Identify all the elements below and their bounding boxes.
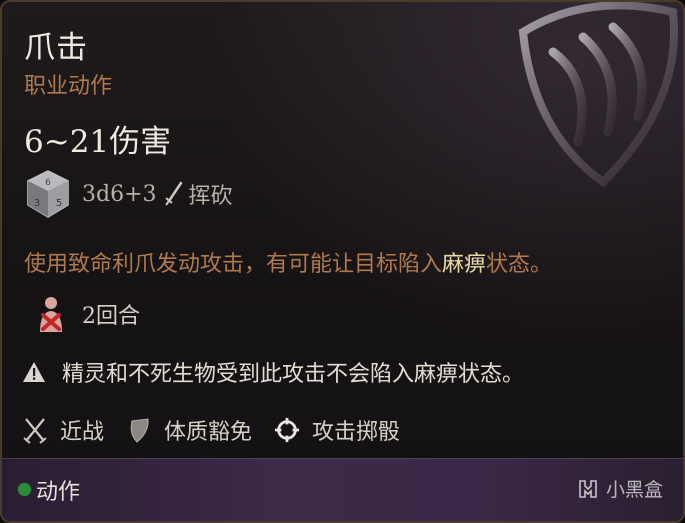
dice-icon: 6 3 5	[27, 170, 69, 218]
description-text: 使用致命利爪发动攻击，有可能让目标陷入	[24, 252, 443, 277]
duration-row: 2回合	[34, 292, 140, 336]
ability-name: 爪击	[24, 30, 88, 66]
dice-formula: 3d6+3	[82, 181, 157, 207]
property-label: 近战	[60, 420, 105, 445]
property-constitution-save[interactable]: 体质豁免	[126, 414, 252, 446]
description-text-end: 状态。	[486, 252, 553, 277]
svg-text:6: 6	[45, 178, 51, 188]
warning-row: 精灵和不死生物受到此攻击不会陷入麻痹状态。	[22, 354, 524, 390]
ability-description: 使用致命利爪发动攻击，有可能让目标陷入麻痹状态。	[24, 246, 552, 278]
property-attack-roll[interactable]: 攻击掷骰	[274, 414, 400, 446]
svg-text:5: 5	[56, 198, 62, 209]
property-melee[interactable]: 近战	[22, 414, 104, 446]
watermark-text: 小黑盒	[605, 479, 663, 501]
action-resource-dot	[18, 483, 31, 496]
shield-icon	[130, 418, 149, 443]
ability-tooltip: 爪击 职业动作 6~21伤害 6 3 5 3d6+3 挥砍 使用致命利爪发动攻击…	[0, 0, 685, 523]
action-footer: 动作 小黑盒	[2, 458, 683, 521]
damage-type: 挥砍	[188, 184, 233, 209]
dice-row: 6 3 5 3d6+3 挥砍	[24, 168, 233, 220]
property-label: 体质豁免	[164, 420, 253, 445]
watermark: 小黑盒	[576, 475, 663, 502]
action-cost-label: 动作	[36, 480, 81, 505]
ability-category: 职业动作	[24, 74, 113, 99]
claw-crest-icon	[518, 2, 679, 188]
crosshair-icon	[274, 417, 300, 443]
xiaoheihe-logo-icon	[579, 479, 597, 498]
crossed-swords-icon	[23, 418, 47, 444]
damage-range: 6~21伤害	[24, 124, 172, 160]
paralyzed-condition-icon	[40, 297, 62, 332]
svg-text:3: 3	[34, 198, 40, 209]
slashing-sword-icon	[164, 181, 182, 206]
warning-icon	[23, 362, 45, 382]
property-label: 攻击掷骰	[312, 420, 401, 445]
paralyzed-keyword-link[interactable]: 麻痹	[442, 252, 486, 277]
duration-text: 2回合	[82, 304, 140, 329]
properties-row: 近战 体质豁免 攻击掷骰	[22, 410, 422, 450]
warning-text: 精灵和不死生物受到此攻击不会陷入麻痹状态。	[62, 362, 525, 387]
